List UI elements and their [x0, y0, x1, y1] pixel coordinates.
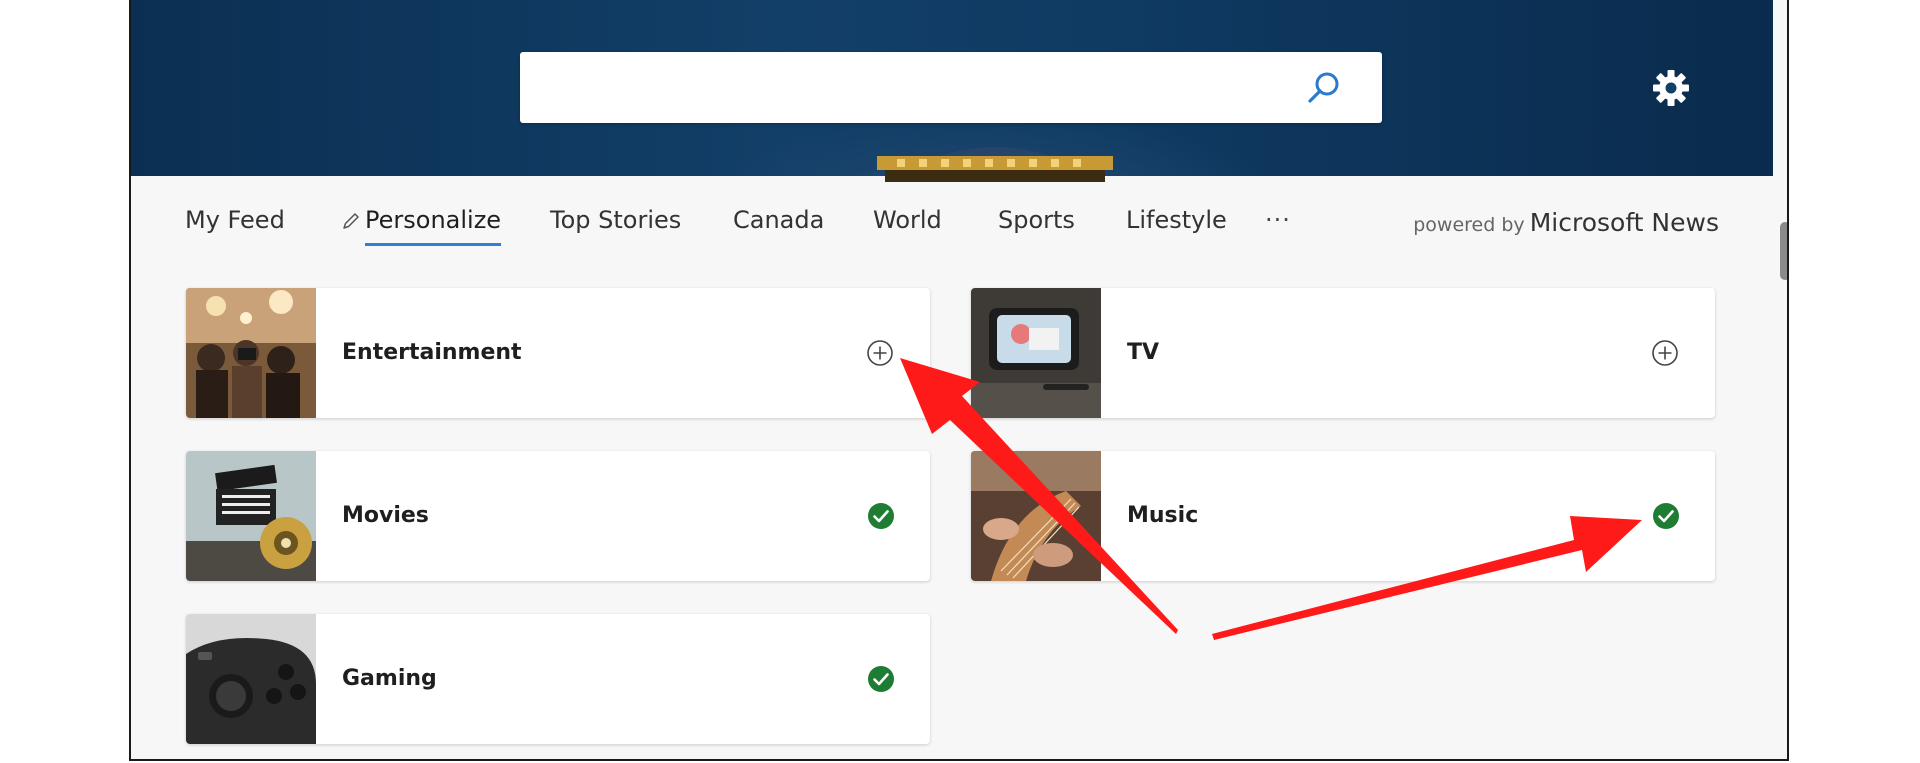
music-thumbnail: [971, 451, 1101, 581]
topic-card-movies[interactable]: Movies: [186, 451, 930, 581]
topic-label: TV: [1127, 340, 1160, 365]
nav-sports[interactable]: Sports: [998, 206, 1075, 234]
search-input[interactable]: [536, 52, 1300, 125]
vertical-scrollbar[interactable]: [1779, 176, 1787, 759]
nav-my-feed[interactable]: My Feed: [185, 206, 285, 234]
tv-thumbnail: [971, 288, 1101, 418]
browser-page: My Feed Personalize Top Stories Canada W…: [129, 0, 1789, 761]
search-box[interactable]: [520, 52, 1382, 125]
powered-by: powered by Microsoft News: [1413, 208, 1719, 237]
nav-canada[interactable]: Canada: [733, 206, 824, 234]
topic-label: Movies: [342, 503, 429, 528]
more-icon[interactable]: ···: [1265, 206, 1291, 234]
topic-card-entertainment[interactable]: Entertainment: [186, 288, 930, 418]
scrollbar-thumb[interactable]: [1780, 222, 1787, 280]
powered-by-text: powered by: [1413, 214, 1525, 236]
topic-card-gaming[interactable]: Gaming: [186, 614, 930, 744]
check-circle-icon[interactable]: [1651, 501, 1681, 531]
add-circle-icon[interactable]: [864, 337, 896, 369]
check-circle-icon[interactable]: [866, 501, 896, 531]
topic-label: Music: [1127, 503, 1199, 528]
topic-card-tv[interactable]: TV: [971, 288, 1715, 418]
entertainment-thumbnail: [186, 288, 316, 418]
nav-lifestyle[interactable]: Lifestyle: [1126, 206, 1227, 234]
nav-personalize-label: Personalize: [365, 206, 502, 234]
header-banner: [131, 0, 1773, 182]
microsoft-news-brand: Microsoft News: [1529, 208, 1719, 237]
movies-thumbnail: [186, 451, 316, 581]
nav-top-stories[interactable]: Top Stories: [550, 206, 681, 234]
search-icon[interactable]: [1304, 68, 1344, 108]
topic-label: Gaming: [342, 666, 437, 691]
nav-personalize[interactable]: Personalize: [365, 206, 502, 246]
add-circle-icon[interactable]: [1649, 337, 1681, 369]
topic-card-music[interactable]: Music: [971, 451, 1715, 581]
dome-graphic: [877, 147, 1113, 182]
category-nav: My Feed Personalize Top Stories Canada W…: [131, 176, 1773, 266]
topic-label: Entertainment: [342, 340, 522, 365]
active-tab-indicator: [365, 243, 502, 246]
check-circle-icon[interactable]: [866, 664, 896, 694]
pencil-icon: [343, 213, 359, 229]
gaming-thumbnail: [186, 614, 316, 744]
gear-icon[interactable]: [1651, 68, 1691, 108]
nav-world[interactable]: World: [873, 206, 942, 234]
